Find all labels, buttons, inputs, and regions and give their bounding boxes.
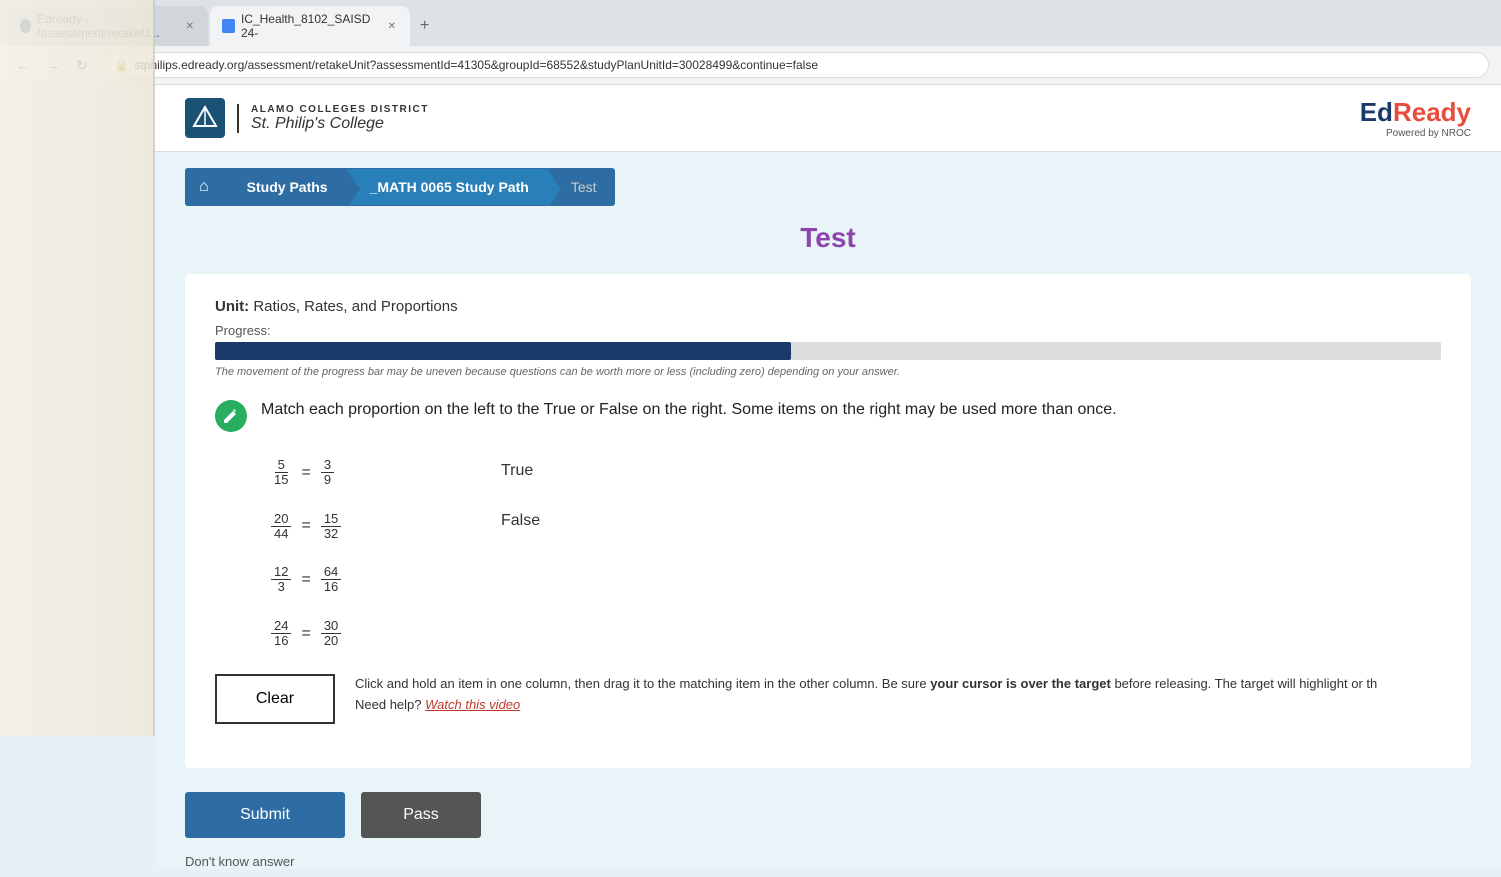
college-text: ALAMO COLLEGES DISTRICT St. Philip's Col… <box>237 104 429 133</box>
powered-by: Powered by NROC <box>1360 128 1471 139</box>
fraction-3-left: 12 3 <box>271 565 291 595</box>
tab-bar: Edready - /assessment/retakeU... ✕ IC_He… <box>0 0 1501 46</box>
question-text: Match each proportion on the left to the… <box>261 398 1117 422</box>
matching-container: 5 15 = 3 9 20 44 = 15 <box>261 452 1441 654</box>
list-item[interactable]: 20 44 = 15 32 <box>261 506 441 548</box>
pass-button[interactable]: Pass <box>361 792 481 838</box>
false-option[interactable]: False <box>481 506 560 536</box>
notebook-overlay <box>0 0 155 736</box>
new-tab-button[interactable]: + <box>412 13 437 39</box>
site-header: ALAMO COLLEGES DISTRICT St. Philip's Col… <box>155 85 1501 152</box>
college-district: ALAMO COLLEGES DISTRICT <box>251 104 429 115</box>
edready-brand: EdReady <box>1360 97 1471 128</box>
question-row: Match each proportion on the left to the… <box>215 398 1441 432</box>
true-option[interactable]: True <box>481 456 560 486</box>
health-tab-icon <box>222 19 235 33</box>
edready-tab-close[interactable]: ✕ <box>184 19 196 34</box>
college-logo: ALAMO COLLEGES DISTRICT St. Philip's Col… <box>185 98 429 138</box>
url-text: stphilips.edready.org/assessment/retakeU… <box>134 58 818 72</box>
page-title: Test <box>155 222 1501 254</box>
health-tab-title: IC_Health_8102_SAISD 24- <box>241 12 380 40</box>
progress-bar-container <box>215 342 1441 360</box>
left-column: 5 15 = 3 9 20 44 = 15 <box>261 452 441 654</box>
address-bar-row: ← → ↻ 🔒 stphilips.edready.org/assessment… <box>0 46 1501 84</box>
submit-button[interactable]: Submit <box>185 792 345 838</box>
fraction-1-left: 5 15 <box>271 458 291 488</box>
progress-note: The movement of the progress bar may be … <box>215 366 1441 378</box>
breadcrumb-home[interactable]: ⌂ <box>185 168 223 206</box>
pencil-icon <box>215 400 247 432</box>
health-tab[interactable]: IC_Health_8102_SAISD 24- ✕ <box>210 6 410 46</box>
fraction-1-right: 3 9 <box>321 458 334 488</box>
address-bar[interactable]: 🔒 stphilips.edready.org/assessment/retak… <box>100 52 1489 78</box>
instruction-area: Clear Click and hold an item in one colu… <box>215 674 1441 724</box>
watch-video-link[interactable]: Watch this video <box>425 697 520 712</box>
content-area: Unit: Ratios, Rates, and Proportions Pro… <box>185 274 1471 768</box>
clear-button[interactable]: Clear <box>215 674 335 724</box>
page-title-area: Test <box>155 222 1501 254</box>
breadcrumb: ⌂ Study Paths _MATH 0065 Study Path Test <box>185 168 615 206</box>
unit-name: Ratios, Rates, and Proportions <box>253 298 457 315</box>
fraction-2-left: 20 44 <box>271 512 291 542</box>
right-column: True False <box>481 452 560 654</box>
list-item[interactable]: 5 15 = 3 9 <box>261 452 441 494</box>
dont-know-text: Don't know answer <box>185 854 1471 869</box>
unit-label: Unit: Ratios, Rates, and Proportions <box>215 298 1441 315</box>
drag-instruction: Click and hold an item in one column, th… <box>355 674 1441 716</box>
progress-label: Progress: <box>215 323 1441 338</box>
breadcrumb-study-paths[interactable]: Study Paths <box>223 169 346 205</box>
list-item[interactable]: 12 3 = 64 16 <box>261 559 441 601</box>
health-tab-close[interactable]: ✕ <box>386 19 398 34</box>
edready-logo: EdReady Powered by NROC <box>1360 97 1471 139</box>
fraction-4-left: 24 16 <box>271 619 291 649</box>
fraction-3-right: 64 16 <box>321 565 341 595</box>
college-logo-icon <box>185 98 225 138</box>
browser-chrome: Edready - /assessment/retakeU... ✕ IC_He… <box>0 0 1501 85</box>
bottom-buttons: Submit Pass <box>185 792 1471 838</box>
list-item[interactable]: 24 16 = 30 20 <box>261 613 441 655</box>
breadcrumb-math-path[interactable]: _MATH 0065 Study Path <box>346 169 547 205</box>
college-name: St. Philip's College <box>251 115 429 133</box>
fraction-2-right: 15 32 <box>321 512 341 542</box>
progress-bar-fill <box>215 342 791 360</box>
main-content: ALAMO COLLEGES DISTRICT St. Philip's Col… <box>155 85 1501 869</box>
fraction-4-right: 30 20 <box>321 619 341 649</box>
